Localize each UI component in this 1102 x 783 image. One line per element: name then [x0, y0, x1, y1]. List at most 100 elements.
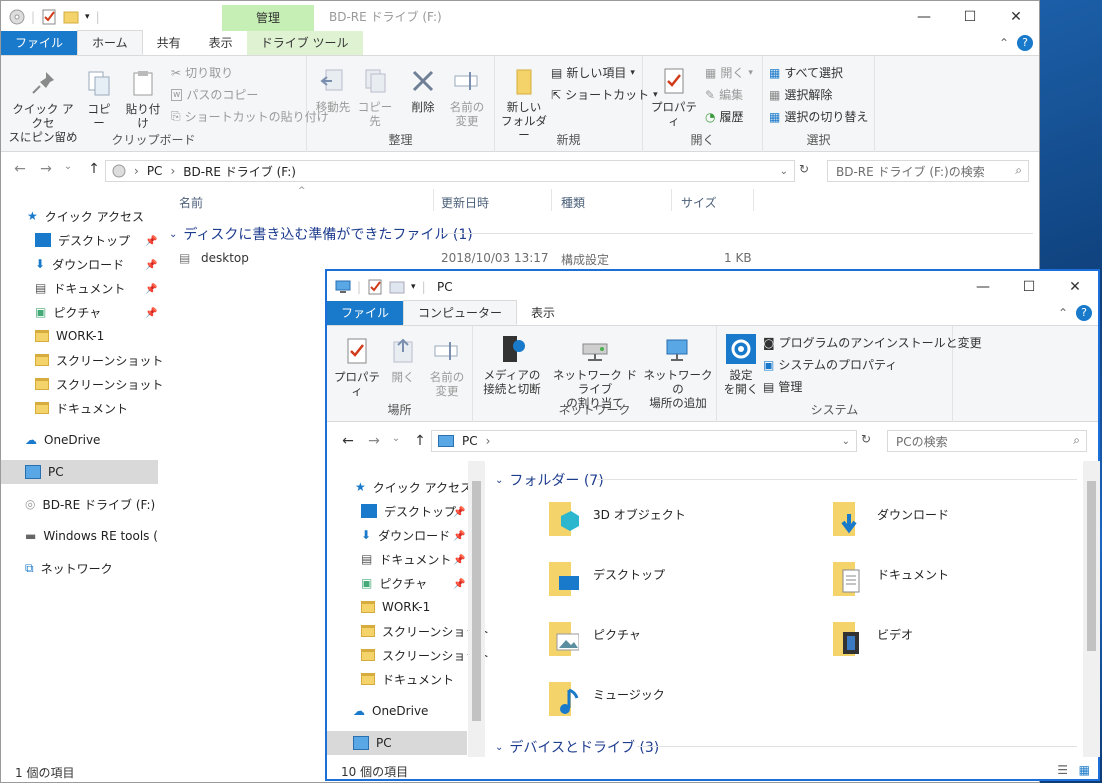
chevron-down-icon[interactable]: ⌄ [780, 166, 788, 177]
help-icon[interactable]: ? [1076, 305, 1092, 321]
system-properties-button[interactable]: ▣ システムのプロパティ [763, 356, 897, 373]
rename-button[interactable]: 名前の 変更 [445, 66, 489, 128]
edit-button[interactable]: ✎ 編集 [705, 86, 743, 103]
group-header-devices[interactable]: ⌄ デバイスとドライブ (3) [495, 737, 659, 757]
properties-button[interactable]: プロパティ [333, 336, 381, 398]
folder-3d-objects[interactable]: 3D オブジェクト [593, 506, 686, 523]
close-button[interactable]: ✕ [993, 1, 1039, 32]
copy-to-button[interactable]: コピー先 [355, 66, 395, 128]
scrollbar-thumb[interactable] [472, 481, 481, 721]
nav-item-documents[interactable]: ▤ ドキュメント [361, 547, 451, 571]
address-bar[interactable]: PC › ⌄ [431, 430, 857, 452]
column-size[interactable]: サイズ [681, 194, 717, 211]
nav-item-work1[interactable]: WORK-1 [35, 324, 104, 348]
up-button[interactable]: ↑ [83, 161, 105, 177]
forward-button[interactable]: → [363, 433, 385, 449]
column-name[interactable]: 名前 [179, 194, 203, 211]
properties-icon[interactable] [41, 9, 57, 25]
nav-pc[interactable]: PC [1, 460, 158, 484]
tab-view[interactable]: 表示 [517, 301, 569, 325]
uninstall-program-button[interactable]: ◙ プログラムのアンインストールと変更 [763, 334, 982, 351]
tab-file[interactable]: ファイル [1, 31, 78, 55]
properties-button[interactable]: プロパティ [649, 66, 699, 128]
copy-button[interactable]: コピー [83, 68, 115, 130]
minimize-button[interactable]: — [901, 1, 947, 32]
nav-item-pictures[interactable]: ▣ ピクチャ [361, 571, 427, 595]
search-input[interactable]: BD-RE ドライブ (F:)の検索 ⌕ [827, 160, 1029, 182]
folder-music[interactable]: ミュージック [593, 686, 665, 703]
map-network-drive-button[interactable]: ネットワーク ドライブ の割り当て [549, 334, 641, 410]
properties-icon[interactable] [367, 279, 383, 295]
paste-button[interactable]: 貼り付け [121, 68, 165, 130]
select-all-button[interactable]: ▦ すべて選択 [769, 64, 843, 81]
new-item-button[interactable]: ▤ 新しい項目 ▾ [551, 64, 635, 81]
nav-item-documents[interactable]: ドキュメント [361, 667, 454, 691]
breadcrumb-pc[interactable]: PC [462, 434, 478, 448]
nav-quick-access[interactable]: ★ クイック アクセス [355, 475, 472, 499]
close-button[interactable]: ✕ [1052, 271, 1098, 302]
new-folder-icon[interactable] [389, 279, 405, 295]
scrollbar-thumb[interactable] [1087, 481, 1096, 651]
cut-button[interactable]: ✂ 切り取り [171, 64, 233, 81]
refresh-icon[interactable]: ↻ [799, 162, 809, 176]
nav-item-screenshots[interactable]: スクリーンショット [35, 372, 163, 396]
column-type[interactable]: 種類 [561, 194, 585, 211]
recent-locations-button[interactable]: ⌄ [385, 433, 407, 444]
delete-button[interactable]: 削除 [405, 66, 441, 114]
refresh-icon[interactable]: ↻ [861, 432, 871, 446]
group-header-burn[interactable]: ⌄ ディスクに書き込む準備ができたファイル (1) [169, 224, 473, 244]
invert-selection-button[interactable]: ▦ 選択の切り替え [769, 108, 868, 125]
folder-downloads[interactable]: ダウンロード [877, 506, 949, 523]
forward-button[interactable]: → [35, 161, 57, 177]
folder-desktop[interactable]: デスクトップ [593, 566, 665, 583]
nav-item-work1[interactable]: WORK-1 [361, 595, 430, 619]
nav-item-desktop[interactable]: デスクトップ [35, 228, 130, 252]
help-icon[interactable]: ? [1017, 35, 1033, 51]
nav-quick-access[interactable]: ★ クイック アクセス [27, 204, 144, 228]
nav-scrollbar[interactable] [468, 461, 485, 757]
tab-drive-tools[interactable]: ドライブ ツール [246, 31, 363, 55]
open-button[interactable]: ▦ 開く ▾ [705, 64, 753, 81]
group-header-folders[interactable]: ⌄ フォルダー (7) [495, 470, 604, 490]
open-settings-button[interactable]: 設定 を開く [721, 334, 761, 396]
folder-videos[interactable]: ビデオ [877, 626, 913, 643]
history-button[interactable]: ◔ 履歴 [705, 108, 744, 125]
address-bar[interactable]: › PC › BD-RE ドライブ (F:) ⌄ [105, 160, 795, 182]
easy-access-button[interactable]: ⇱ ショートカット ▾ [551, 86, 658, 103]
up-button[interactable]: ↑ [409, 433, 431, 449]
breadcrumb-pc[interactable]: PC [147, 164, 163, 178]
details-view-icon[interactable]: ☰ [1057, 763, 1068, 777]
recent-locations-button[interactable]: ⌄ [57, 161, 79, 172]
nav-bd-drive[interactable]: ◎ BD-RE ドライブ (F:) [25, 492, 155, 516]
folder-documents[interactable]: ドキュメント [877, 566, 949, 583]
tab-view[interactable]: 表示 [195, 31, 247, 55]
maximize-button[interactable]: ☐ [1006, 271, 1052, 302]
tab-share[interactable]: 共有 [143, 31, 195, 55]
folder-pictures[interactable]: ピクチャ [593, 626, 641, 643]
minimize-button[interactable]: — [960, 271, 1006, 302]
nav-network[interactable]: ⧉ ネットワーク [25, 556, 113, 580]
rename-button[interactable]: 名前の 変更 [425, 336, 469, 398]
move-to-button[interactable]: 移動先 [313, 66, 353, 114]
select-none-button[interactable]: ▦ 選択解除 [769, 86, 832, 103]
nav-item-downloads[interactable]: ⬇ ダウンロード [35, 252, 124, 276]
large-icons-view-icon[interactable]: ▦ [1079, 763, 1090, 777]
search-input[interactable]: PCの検索 ⌕ [887, 430, 1087, 452]
nav-item-documents[interactable]: ドキュメント [35, 396, 128, 420]
column-date[interactable]: 更新日時 [441, 194, 489, 211]
paste-shortcut-button[interactable]: ⎘ ショートカットの貼り付け [171, 108, 329, 125]
nav-onedrive[interactable]: ☁ OneDrive [25, 428, 100, 452]
context-tab-manage[interactable]: 管理 [222, 5, 314, 31]
nav-onedrive[interactable]: ☁ OneDrive [353, 699, 428, 723]
qat-dropdown-icon[interactable]: ▾ [411, 282, 416, 292]
tab-home[interactable]: ホーム [77, 30, 143, 55]
nav-item-screenshots[interactable]: スクリーンショット [35, 348, 163, 372]
nav-pc[interactable]: PC [327, 731, 467, 755]
nav-item-pictures[interactable]: ▣ ピクチャ [35, 300, 101, 324]
media-connect-button[interactable]: メディアの 接続と切断 [477, 334, 547, 396]
manage-button[interactable]: ▤ 管理 [763, 378, 802, 395]
back-button[interactable]: ← [9, 161, 31, 177]
nav-item-downloads[interactable]: ⬇ ダウンロード [361, 523, 450, 547]
chevron-down-icon[interactable]: ⌄ [842, 436, 850, 447]
add-network-location-button[interactable]: ネットワークの 場所の追加 [643, 334, 713, 410]
